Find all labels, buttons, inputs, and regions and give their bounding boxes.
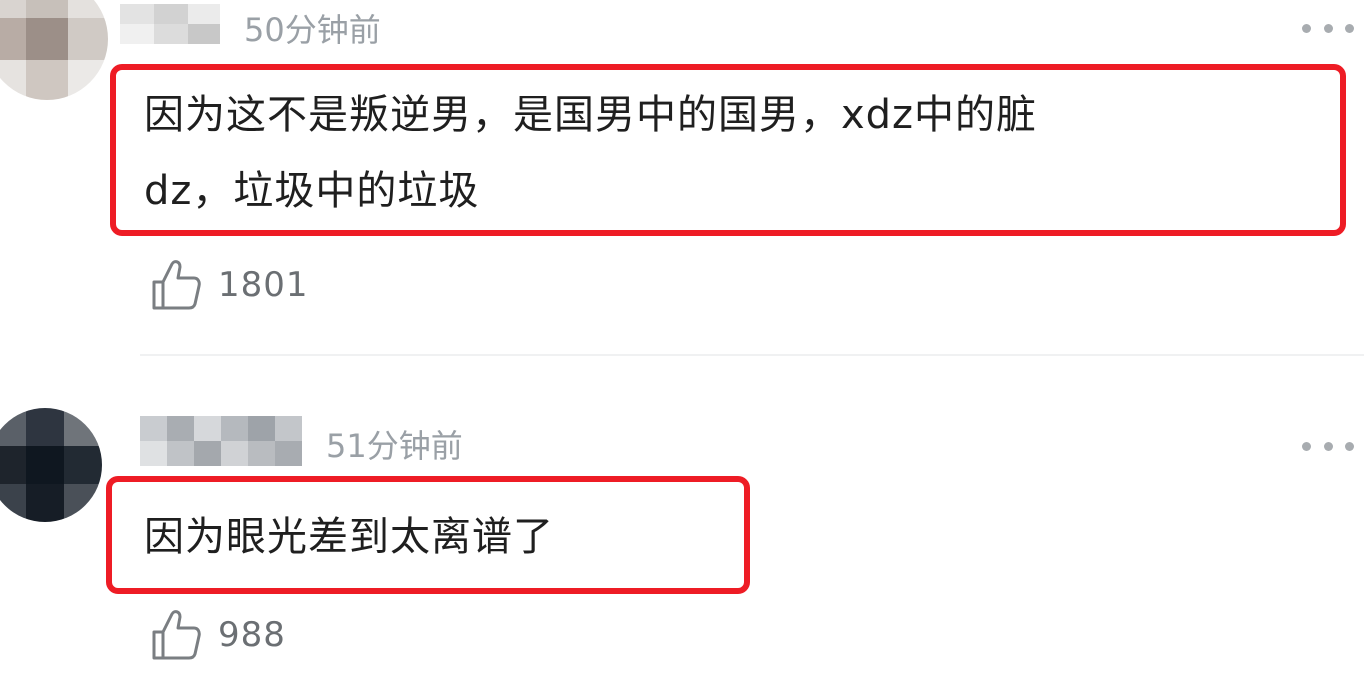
- comment-text-line: 因为这不是叛逆男，是国男中的国男，xdz中的脏: [144, 92, 1038, 138]
- thumbs-up-icon: [152, 260, 201, 310]
- more-dot: [1345, 441, 1354, 451]
- comment-text-line: dz，垃圾中的垃圾: [144, 168, 480, 214]
- more-options-button[interactable]: [1302, 436, 1354, 456]
- comment-list: 50分钟前 因为这不是叛逆男，是国男中的国男，xdz中的脏 dz，垃圾中的垃圾 …: [0, 0, 1364, 700]
- more-horizontal-icon: [1302, 441, 1311, 451]
- more-dot: [1323, 441, 1333, 451]
- avatar[interactable]: [0, 408, 102, 522]
- like-count: 1801: [218, 265, 309, 305]
- like-button[interactable]: 1801: [150, 258, 309, 312]
- like-count: 988: [218, 615, 286, 655]
- username-blurred[interactable]: [120, 4, 220, 44]
- avatar[interactable]: [0, 0, 108, 100]
- comment-item: 50分钟前 因为这不是叛逆男，是国男中的国男，xdz中的脏 dz，垃圾中的垃圾 …: [0, 0, 1364, 354]
- username-blurred[interactable]: [140, 416, 302, 466]
- like-button[interactable]: 988: [150, 608, 286, 662]
- comment-item: 51分钟前 因为眼光差到太离谱了 988: [0, 356, 1364, 700]
- thumbs-up-icon: [152, 610, 201, 660]
- comment-timestamp: 50分钟前: [244, 11, 381, 49]
- more-horizontal-icon: [1302, 23, 1311, 33]
- comment-text-line: 因为眼光差到太离谱了: [144, 514, 554, 560]
- comment-timestamp: 51分钟前: [326, 427, 463, 465]
- more-dot: [1323, 23, 1333, 33]
- more-dot: [1345, 23, 1354, 33]
- more-options-button[interactable]: [1302, 18, 1354, 38]
